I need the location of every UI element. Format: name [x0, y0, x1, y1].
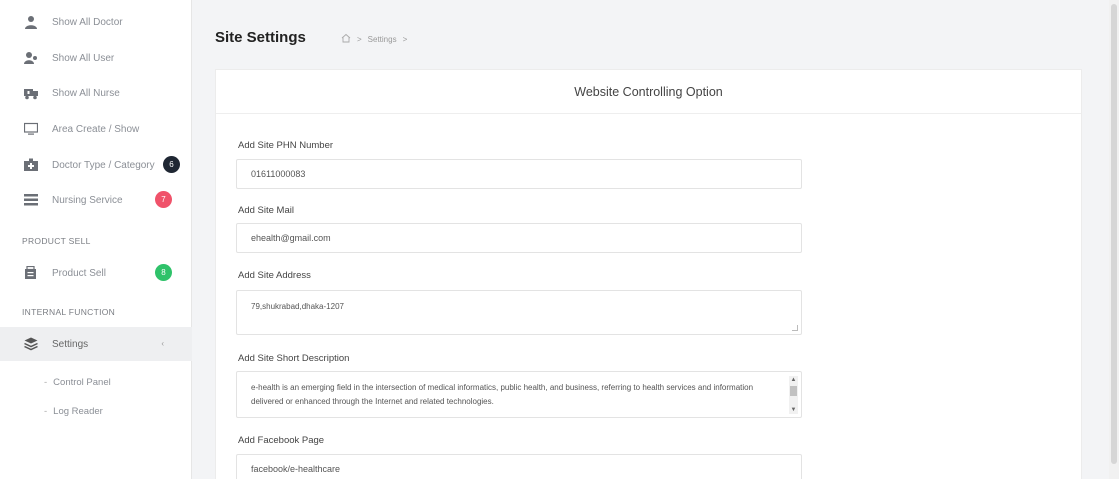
facebook-label: Add Facebook Page — [238, 435, 325, 446]
doctor-type-count-badge: 6 — [163, 156, 180, 173]
sidebar-item-label: Doctor Type / Category — [52, 159, 155, 171]
address-label: Add Site Address — [238, 270, 311, 281]
phone-input[interactable]: 01611000083 — [236, 159, 802, 189]
sidebar-item-product-sell[interactable]: Product Sell 8 — [0, 256, 192, 290]
sidebar-subitem-label: Control Panel — [53, 377, 111, 388]
monitor-icon — [24, 122, 38, 136]
sidebar-item-label: Product Sell — [52, 267, 106, 279]
description-scrollbar[interactable]: ▲ ▼ — [789, 376, 798, 414]
nursing-service-count-badge: 7 — [155, 191, 172, 208]
page-scrollbar[interactable] — [1109, 0, 1119, 479]
doctor-icon — [24, 15, 38, 29]
sidebar-subitem-log-reader[interactable]: - Log Reader — [44, 406, 103, 417]
sidebar-item-label: Settings — [52, 338, 89, 350]
page-title: Site Settings — [215, 29, 306, 46]
chevron-left-icon: ‹ — [161, 339, 164, 348]
sidebar-item-settings[interactable]: Settings ‹ — [0, 327, 192, 361]
home-icon[interactable] — [341, 33, 351, 45]
sidebar-item-area-create[interactable]: Area Create / Show — [0, 112, 192, 146]
sidebar-item-doctor-type[interactable]: Doctor Type / Category 6 — [0, 148, 192, 182]
breadcrumb-separator: > — [357, 34, 362, 44]
description-textarea[interactable]: e-health is an emerging field in the int… — [236, 371, 802, 418]
product-sell-count-badge: 8 — [155, 264, 172, 281]
layers-icon — [24, 337, 38, 351]
phone-label: Add Site PHN Number — [238, 140, 334, 151]
description-value: e-health is an emerging field in the int… — [251, 383, 754, 406]
users-icon — [24, 51, 38, 65]
section-product-sell: PRODUCT SELL — [22, 236, 91, 246]
settings-card: Website Controlling Option Add Site PHN … — [215, 69, 1082, 479]
card-title: Website Controlling Option — [216, 70, 1081, 114]
sidebar-item-show-all-user[interactable]: Show All User — [0, 41, 192, 75]
address-textarea[interactable]: 79,shukrabad,dhaka-1207 — [236, 290, 802, 335]
address-value: 79,shukrabad,dhaka-1207 — [251, 302, 344, 311]
sidebar: Show All Doctor Show All User Show All N… — [0, 0, 192, 479]
sidebar-item-label: Nursing Service — [52, 194, 123, 206]
mail-input[interactable]: ehealth@gmail.com — [236, 223, 802, 253]
sidebar-item-show-all-doctor[interactable]: Show All Doctor — [0, 5, 192, 39]
sidebar-item-show-all-nurse[interactable]: Show All Nurse — [0, 76, 192, 110]
sidebar-item-label: Show All Doctor — [52, 16, 123, 28]
description-label: Add Site Short Description — [238, 353, 350, 364]
resize-handle[interactable] — [792, 325, 798, 331]
sidebar-item-label: Show All User — [52, 52, 115, 64]
cart-icon — [24, 266, 38, 280]
hospital-icon — [24, 158, 38, 172]
list-icon — [24, 193, 38, 207]
facebook-input[interactable]: facebook/e-healthcare — [236, 454, 802, 479]
breadcrumb-separator: > — [402, 34, 408, 44]
mail-label: Add Site Mail — [238, 205, 294, 216]
breadcrumb: > Settings > — [341, 33, 407, 45]
sidebar-item-label: Area Create / Show — [52, 123, 140, 135]
breadcrumb-settings[interactable]: Settings — [368, 35, 397, 44]
sidebar-subitem-control-panel[interactable]: - Control Panel — [44, 377, 111, 388]
page-scrollbar-thumb[interactable] — [1111, 4, 1117, 464]
section-internal-function: INTERNAL FUNCTION — [22, 307, 116, 317]
ambulance-icon — [24, 86, 38, 100]
sidebar-item-nursing-service[interactable]: Nursing Service 7 — [0, 183, 192, 217]
main-content: Site Settings > Settings > Website Contr… — [193, 0, 1109, 479]
sidebar-subitem-label: Log Reader — [53, 406, 103, 417]
sidebar-item-label: Show All Nurse — [52, 87, 120, 99]
